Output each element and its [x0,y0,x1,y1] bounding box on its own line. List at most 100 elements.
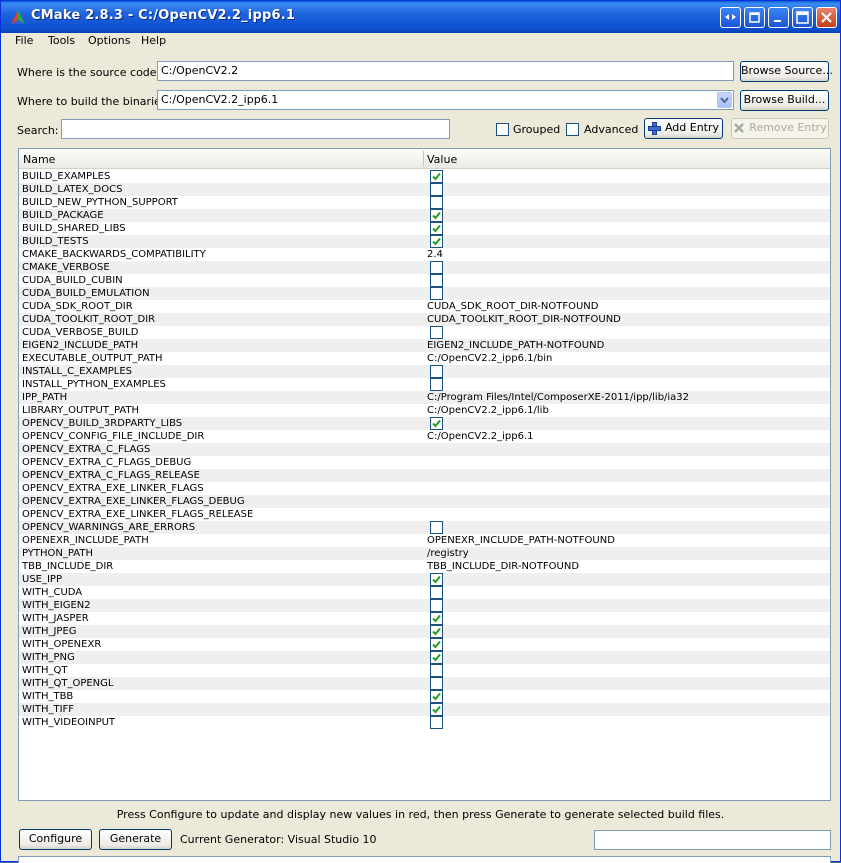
table-row[interactable]: OPENCV_BUILD_3RDPARTY_LIBS [19,417,830,430]
value-checkbox[interactable] [430,261,443,274]
configure-button[interactable]: Configure [19,829,92,850]
value-checkbox[interactable] [430,651,443,664]
value-checkbox[interactable] [430,625,443,638]
value-checkbox[interactable] [430,664,443,677]
build-path-dropdown-button[interactable] [717,92,732,108]
source-path-input[interactable]: C:/OpenCV2.2 [157,61,734,81]
build-path-combobox[interactable]: C:/OpenCV2.2_ipp6.1 [157,90,734,110]
table-row[interactable]: WITH_TIFF [19,703,830,716]
variable-value[interactable]: CUDA_TOOLKIT_ROOT_DIR-NOTFOUND [427,313,621,326]
advanced-checkbox-box[interactable] [566,123,579,136]
table-row[interactable]: WITH_VIDEOINPUT [19,716,830,729]
column-header-value[interactable]: Value [427,153,457,166]
table-row[interactable]: WITH_QT_OPENGL [19,677,830,690]
value-checkbox[interactable] [430,235,443,248]
variable-value[interactable]: C:/Program Files/Intel/ComposerXE-2011/i… [427,391,689,404]
value-checkbox[interactable] [430,222,443,235]
title-bar[interactable]: CMake 2.8.3 - C:/OpenCV2.2_ipp6.1 [1,1,840,33]
table-row[interactable]: OPENCV_EXTRA_EXE_LINKER_FLAGS_RELEASE [19,508,830,521]
column-header-name[interactable]: Name [23,153,55,166]
table-row[interactable]: PYTHON_PATH/registry [19,547,830,560]
browse-build-button[interactable]: Browse Build... [740,90,829,111]
table-row[interactable]: OPENEXR_INCLUDE_PATH OPENEXR_INCLUDE_PATH… [19,534,830,547]
value-checkbox[interactable] [430,586,443,599]
table-row[interactable]: INSTALL_C_EXAMPLES [19,365,830,378]
menu-file[interactable]: File [13,34,35,47]
table-row[interactable]: WITH_OPENEXR [19,638,830,651]
generate-button[interactable]: Generate [99,829,172,850]
table-row[interactable]: EIGEN2_INCLUDE_PATH EIGEN2_INCLUDE_PATH-N… [19,339,830,352]
value-checkbox[interactable] [430,417,443,430]
cache-variables-table[interactable]: Name Value BUILD_EXAMPLES BUILD_LATEX_DOC… [18,148,831,801]
table-row[interactable]: WITH_PNG [19,651,830,664]
value-checkbox[interactable] [430,274,443,287]
maximize-button[interactable] [792,7,813,28]
remove-entry-button[interactable]: Remove Entry [731,118,829,139]
table-row[interactable]: OPENCV_EXTRA_EXE_LINKER_FLAGS [19,482,830,495]
table-row[interactable]: INSTALL_PYTHON_EXAMPLES [19,378,830,391]
grouped-checkbox-box[interactable] [496,123,509,136]
variable-value[interactable]: CUDA_SDK_ROOT_DIR-NOTFOUND [427,300,598,313]
table-row[interactable]: EXECUTABLE_OUTPUT_PATH C:/OpenCV2.2_ipp6.… [19,352,830,365]
grouped-checkbox[interactable]: Grouped [496,123,560,137]
variable-value[interactable]: TBB_INCLUDE_DIR-NOTFOUND [427,560,579,573]
table-row[interactable]: OPENCV_EXTRA_C_FLAGS_DEBUG [19,456,830,469]
table-row[interactable]: OPENCV_WARNINGS_ARE_ERRORS [19,521,830,534]
close-button[interactable] [816,7,837,28]
table-row[interactable]: CUDA_TOOLKIT_ROOT_DIR CUDA_TOOLKIT_ROOT_D… [19,313,830,326]
table-row[interactable]: BUILD_LATEX_DOCS [19,183,830,196]
resize-button[interactable] [720,7,741,28]
table-row[interactable]: CUDA_BUILD_CUBIN [19,274,830,287]
table-row[interactable]: OPENCV_EXTRA_C_FLAGS [19,443,830,456]
table-row[interactable]: BUILD_TESTS [19,235,830,248]
menu-options[interactable]: Options [86,34,132,47]
variable-value[interactable]: C:/OpenCV2.2_ipp6.1 [427,430,534,443]
search-input[interactable] [61,119,450,139]
table-row[interactable]: WITH_QT [19,664,830,677]
advanced-checkbox[interactable]: Advanced [566,123,638,137]
value-checkbox[interactable] [430,521,443,534]
variable-value[interactable]: OPENEXR_INCLUDE_PATH-NOTFOUND [427,534,615,547]
value-checkbox[interactable] [430,573,443,586]
table-row[interactable]: WITH_JASPER [19,612,830,625]
table-row[interactable]: CUDA_VERBOSE_BUILD [19,326,830,339]
value-checkbox[interactable] [430,183,443,196]
add-entry-button[interactable]: Add Entry [644,118,723,139]
table-row[interactable]: OPENCV_CONFIG_FILE_INCLUDE_DIR C:/OpenCV2… [19,430,830,443]
table-row[interactable]: WITH_CUDA [19,586,830,599]
value-checkbox[interactable] [430,378,443,391]
table-row[interactable]: CMAKE_BACKWARDS_COMPATIBILITY 2.4 [19,248,830,261]
value-checkbox[interactable] [430,703,443,716]
table-row[interactable]: WITH_TBB [19,690,830,703]
value-checkbox[interactable] [430,196,443,209]
value-checkbox[interactable] [430,690,443,703]
table-row[interactable]: USE_IPP [19,573,830,586]
value-checkbox[interactable] [430,638,443,651]
table-row[interactable]: OPENCV_EXTRA_EXE_LINKER_FLAGS_DEBUG [19,495,830,508]
value-checkbox[interactable] [430,287,443,300]
value-checkbox[interactable] [430,612,443,625]
column-divider[interactable] [423,151,424,167]
variable-value[interactable]: /registry [427,547,469,560]
value-checkbox[interactable] [430,599,443,612]
variable-value[interactable]: 2.4 [427,248,443,261]
table-row[interactable]: BUILD_SHARED_LIBS [19,222,830,235]
value-checkbox[interactable] [430,170,443,183]
restore-layout-button[interactable] [744,7,765,28]
variable-value[interactable]: EIGEN2_INCLUDE_PATH-NOTFOUND [427,339,604,352]
table-row[interactable]: OPENCV_EXTRA_C_FLAGS_RELEASE [19,469,830,482]
value-checkbox[interactable] [430,209,443,222]
table-row[interactable]: WITH_EIGEN2 [19,599,830,612]
table-row[interactable]: CMAKE_VERBOSE [19,261,830,274]
table-row[interactable]: TBB_INCLUDE_DIR TBB_INCLUDE_DIR-NOTFOUND [19,560,830,573]
table-row[interactable]: CUDA_BUILD_EMULATION [19,287,830,300]
menu-tools[interactable]: Tools [46,34,77,47]
variable-value[interactable]: C:/OpenCV2.2_ipp6.1/bin [427,352,552,365]
variable-value[interactable]: C:/OpenCV2.2_ipp6.1/lib [427,404,549,417]
minimize-button[interactable] [768,7,789,28]
table-row[interactable]: LIBRARY_OUTPUT_PATH C:/OpenCV2.2_ipp6.1/l… [19,404,830,417]
browse-source-button[interactable]: Browse Source... [740,61,833,82]
table-row[interactable]: IPP_PATH C:/Program Files/Intel/ComposerX… [19,391,830,404]
value-checkbox[interactable] [430,326,443,339]
value-checkbox[interactable] [430,365,443,378]
